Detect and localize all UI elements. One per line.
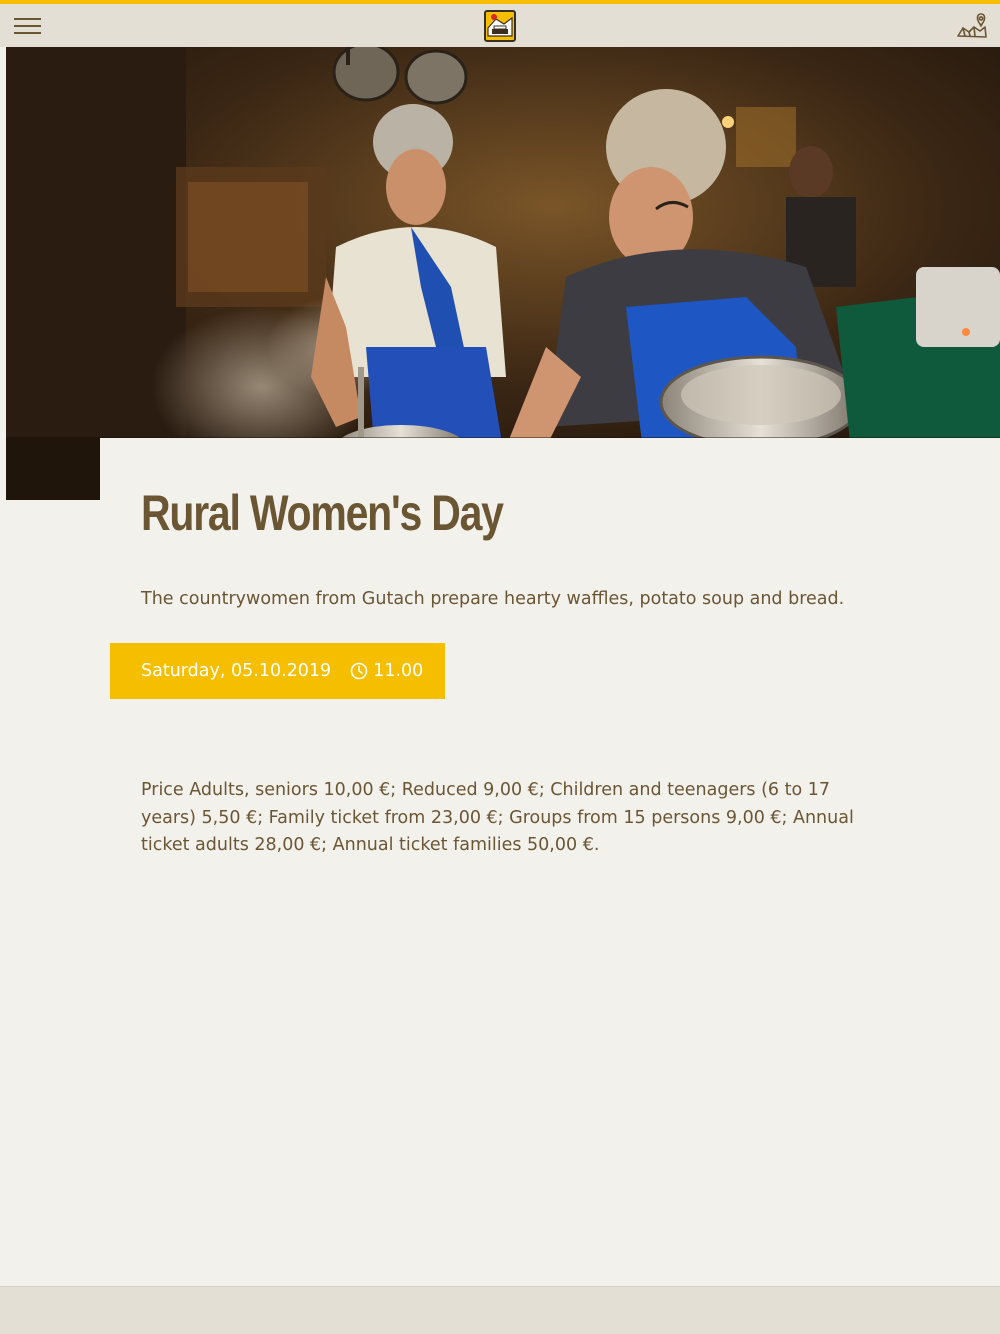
site-logo[interactable]: [484, 10, 516, 42]
map-pin-icon[interactable]: [954, 10, 990, 42]
event-date: Saturday, 05.10.2019: [141, 661, 332, 681]
clock-icon: [350, 662, 368, 680]
event-content-card: [100, 438, 1000, 1286]
event-date-badge: Saturday, 05.10.2019 11.00: [110, 643, 445, 699]
top-navigation-bar: [0, 4, 1000, 47]
event-title: Rural Women's Day: [141, 485, 504, 541]
hamburger-menu-icon[interactable]: [10, 12, 46, 40]
hero-image: [6, 47, 1000, 500]
event-description: The countrywomen from Gutach prepare hea…: [141, 589, 845, 609]
price-information: Price Adults, seniors 10,00 €; Reduced 9…: [141, 780, 854, 855]
event-time: 11.00: [373, 661, 424, 681]
page-footer: [0, 1286, 1000, 1334]
event-time-group: 11.00: [350, 661, 423, 681]
